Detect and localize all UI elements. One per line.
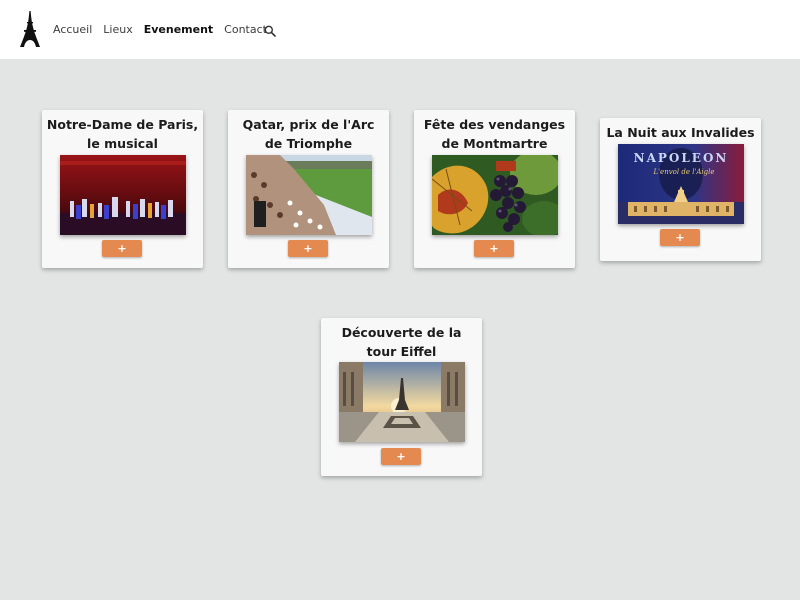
event-card-tour-eiffel: Découverte de la tour Eiffel + xyxy=(321,318,482,476)
eiffel-tower-icon[interactable] xyxy=(18,11,42,47)
grapes-vine-image xyxy=(432,155,558,235)
eiffel-trocadero-image xyxy=(339,362,465,442)
add-event-button[interactable]: + xyxy=(474,240,514,257)
nav-item-contact[interactable]: Contact xyxy=(224,22,267,38)
add-event-button[interactable]: + xyxy=(381,448,421,465)
stage-performance-image xyxy=(60,155,186,235)
event-card-notre-dame: Notre-Dame de Paris, le musical + xyxy=(42,110,203,268)
event-card-invalides: La Nuit aux Invalides NAPOLEON L'envol d… xyxy=(600,118,761,261)
nav-item-accueil[interactable]: Accueil xyxy=(53,22,92,38)
event-title: La Nuit aux Invalides xyxy=(606,125,755,140)
nav-item-lieux[interactable]: Lieux xyxy=(103,22,132,38)
search-icon[interactable] xyxy=(264,25,276,37)
nav-item-evenement[interactable]: Evenement xyxy=(144,22,213,38)
add-event-button[interactable]: + xyxy=(660,229,700,246)
event-title: Découverte de la tour Eiffel xyxy=(341,325,462,359)
event-title: Notre-Dame de Paris, le musical xyxy=(46,117,199,151)
napoleon-poster-image: NAPOLEON L'envol de l'Aigle xyxy=(618,144,744,224)
main-menu: Accueil Lieux Evenement Contact xyxy=(53,22,278,38)
add-event-button[interactable]: + xyxy=(288,240,328,257)
event-title: Qatar, prix de l'Arc de Triomphe xyxy=(242,117,375,151)
svg-text:NAPOLEON: NAPOLEON xyxy=(634,151,729,165)
svg-text:L'envol de l'Aigle: L'envol de l'Aigle xyxy=(652,168,714,176)
event-card-arc-de-triomphe: Qatar, prix de l'Arc de Triomphe + xyxy=(228,110,389,268)
add-event-button[interactable]: + xyxy=(102,240,142,257)
horse-race-crowd-image xyxy=(246,155,372,235)
top-navigation-bar: Accueil Lieux Evenement Contact xyxy=(0,0,800,59)
event-card-vendanges: Fête des vendanges de Montmartre + xyxy=(414,110,575,268)
event-title: Fête des vendanges de Montmartre xyxy=(423,117,566,151)
